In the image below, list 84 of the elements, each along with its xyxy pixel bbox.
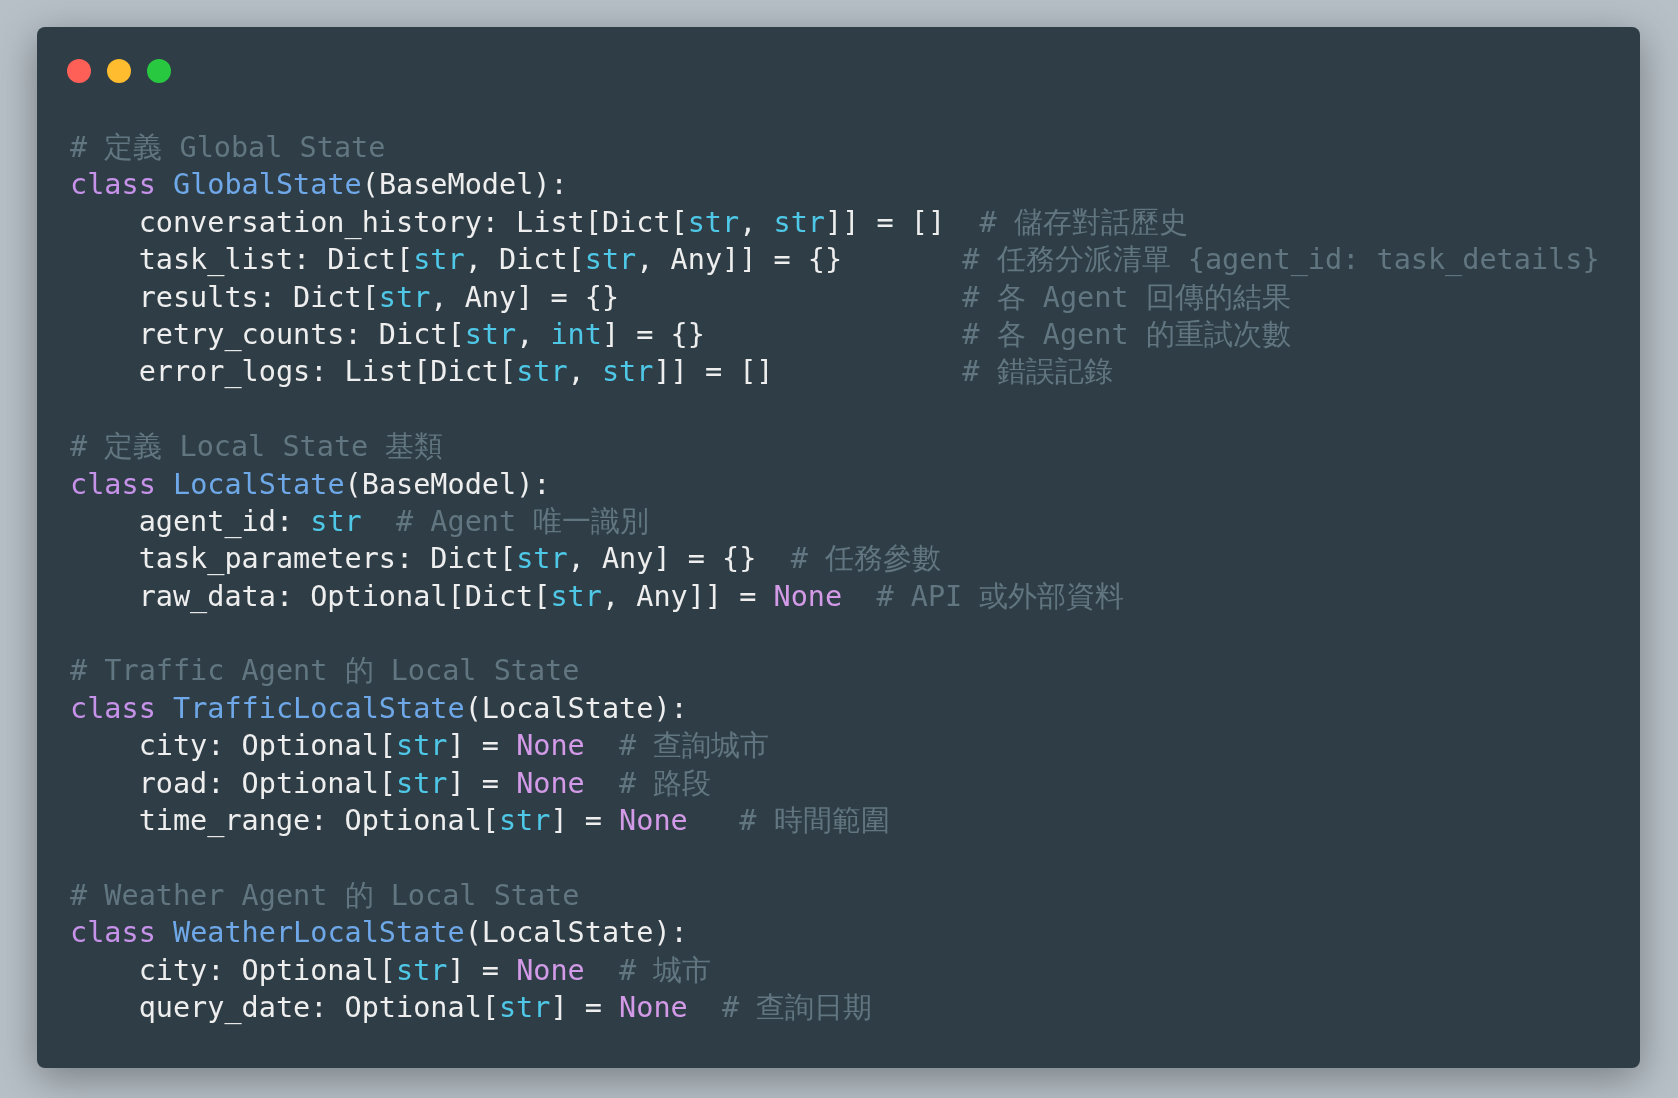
constant: None (516, 729, 585, 763)
code-text: (LocalState): (464, 691, 688, 725)
code-comment: # Agent 唯一識別 (396, 504, 650, 538)
type-name: str (413, 243, 465, 277)
code-text: , Dict[ (464, 243, 585, 277)
type-name: str (601, 355, 654, 389)
code-comment: # 時間範圍 (739, 804, 890, 838)
code-text: time_range: Optional[ (138, 804, 499, 838)
code-comment: # 路段 (619, 766, 712, 800)
code-text: task_parameters: Dict[ (138, 542, 517, 576)
type-name: str (310, 504, 362, 538)
code-comment: # Weather Agent 的 Local State (70, 878, 580, 912)
code-comment: # API 或外部資料 (876, 579, 1125, 613)
class-name: TrafficLocalState (172, 691, 465, 725)
type-name: str (464, 317, 517, 351)
code-text: retry_counts: Dict[ (138, 317, 465, 351)
code-text: ] = (550, 804, 603, 838)
type-name: str (687, 205, 740, 239)
type-name: str (773, 205, 825, 239)
constant: None (619, 804, 688, 838)
code-text: road: Optional[ (138, 766, 396, 800)
code-text: city: Optional[ (138, 953, 396, 987)
constant: None (516, 766, 585, 800)
code-text: (BaseModel): (361, 168, 568, 202)
code-comment: # 定義 Local State 基類 (70, 430, 444, 464)
type-name: str (498, 804, 551, 838)
code-text: (LocalState): (464, 916, 688, 950)
code-comment: # 定義 Global State (70, 131, 386, 164)
class-name: GlobalState (172, 168, 362, 202)
type-name: str (498, 991, 551, 1024)
keyword: class (70, 916, 156, 950)
code-text: agent_id: (138, 504, 295, 538)
code-text: , Any] = {} (430, 280, 620, 314)
type-name: str (516, 542, 568, 576)
type-name: str (584, 243, 637, 277)
code-comment: # 錯誤記錄 (962, 355, 1113, 389)
code-text: conversation_history: List[Dict[ (138, 205, 688, 239)
code-comment: # 各 Agent 回傳的結果 (962, 280, 1291, 314)
code-text: ] = (447, 953, 500, 987)
code-text: (BaseModel): (344, 467, 551, 501)
code-text: ] = {} (601, 317, 705, 351)
code-text: ] = (447, 766, 500, 800)
type-name: int (550, 317, 602, 351)
type-name: str (396, 766, 448, 800)
code-comment: # 任務參數 (790, 542, 941, 576)
code-comment: # 各 Agent 的重試次數 (962, 317, 1291, 351)
type-name: str (516, 355, 568, 389)
code-text: , Any] = {} (567, 542, 757, 576)
code-text: ]] = [] (653, 355, 774, 389)
code-text: , (739, 205, 758, 239)
code-text: raw_data: Optional[Dict[ (138, 579, 551, 613)
class-name: LocalState (172, 467, 345, 501)
keyword: class (70, 691, 156, 725)
code-comment: # 城市 (619, 953, 712, 987)
code-text: query_date: Optional[ (138, 991, 499, 1024)
window-dot[interactable] (67, 59, 91, 83)
code-comment: # 查詢城市 (619, 729, 770, 763)
window-dot[interactable] (107, 59, 131, 83)
keyword: class (70, 467, 156, 501)
code-text: city: Optional[ (138, 729, 396, 763)
class-name: WeatherLocalState (172, 916, 465, 950)
keyword: class (70, 168, 156, 202)
code-text: task_list: Dict[ (138, 243, 414, 277)
code-text: error_logs: List[Dict[ (138, 355, 517, 389)
code-text: , (567, 355, 586, 389)
window-dot[interactable] (147, 59, 171, 83)
code-text: ] = (447, 729, 500, 763)
constant: None (516, 953, 585, 987)
code-text: ]] = [] (825, 205, 946, 239)
code-comment: # 儲存對話歷史 (979, 205, 1188, 239)
code-text: ] = (550, 991, 603, 1024)
constant: None (773, 579, 843, 613)
code-text: results: Dict[ (138, 280, 379, 314)
code-text: , Any]] = {} (636, 243, 843, 277)
type-name: str (378, 280, 431, 314)
code-comment: # Traffic Agent 的 Local State (70, 654, 580, 688)
code-text: , (516, 317, 535, 351)
code-comment: # 任務分派清單 {agent_id: task_details} (962, 243, 1600, 277)
type-name: str (396, 729, 448, 763)
code-comment: # 查詢日期 (722, 991, 873, 1024)
constant: None (619, 991, 688, 1024)
type-name: str (396, 953, 448, 987)
type-name: str (550, 579, 602, 613)
code-text: , Any]] = (601, 579, 758, 613)
